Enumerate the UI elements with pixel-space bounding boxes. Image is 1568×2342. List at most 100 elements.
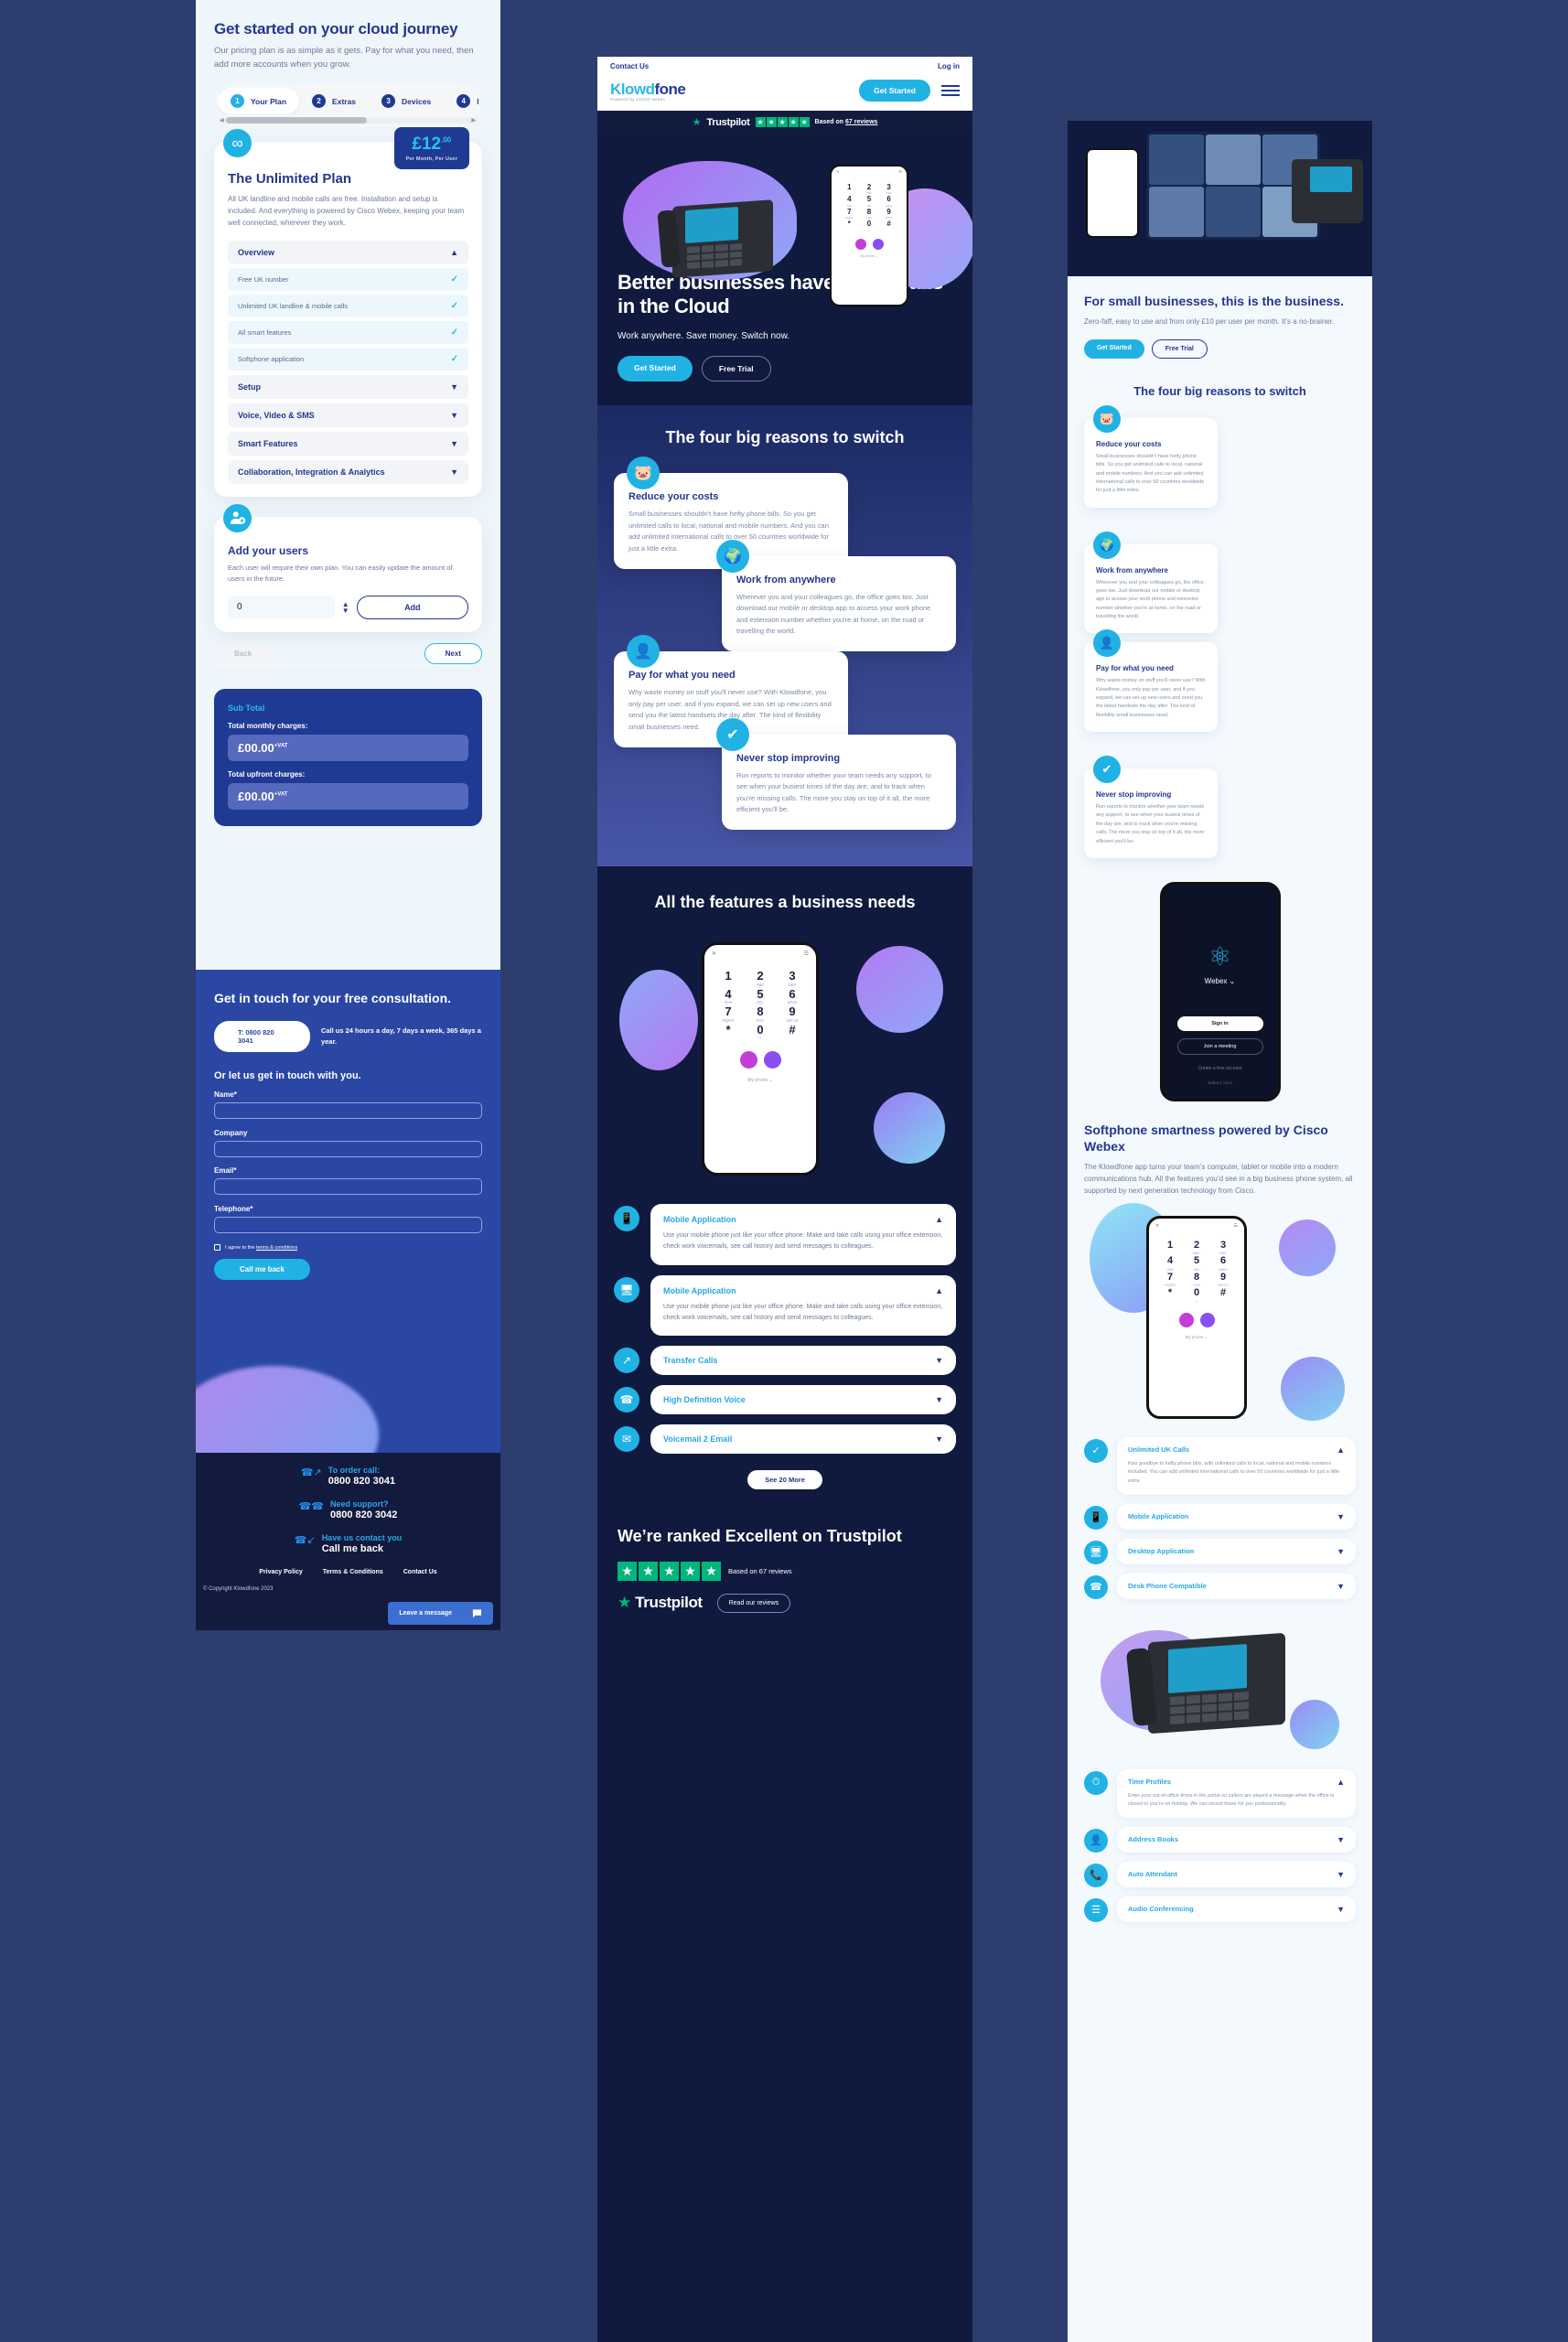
keypad-key[interactable]: 7 PQRS xyxy=(1157,1272,1183,1287)
accordion-body[interactable]: Desktop Application ▼ xyxy=(1117,1538,1356,1564)
step-3[interactable]: 3 Devices xyxy=(369,88,444,114)
footer-value[interactable]: 0800 820 3041 xyxy=(328,1476,395,1487)
keypad-key[interactable]: 3 DEF xyxy=(1210,1240,1236,1255)
step-2[interactable]: 2 Extras xyxy=(299,88,369,114)
back-button[interactable]: Back xyxy=(214,643,273,663)
accordion-row[interactable]: Transfer Calls ▼ xyxy=(663,1356,943,1365)
footer-link[interactable]: Terms & Conditions xyxy=(323,1569,383,1575)
keypad-key[interactable]: # xyxy=(879,220,898,231)
accordion-body[interactable]: Transfer Calls ▼ xyxy=(650,1346,956,1376)
keypad-key[interactable]: 6 MNO xyxy=(777,987,808,1004)
accordion-body[interactable]: Mobile Application ▼ xyxy=(1117,1503,1356,1530)
accordion-row[interactable]: Address Books ▼ xyxy=(1128,1835,1345,1844)
login-link[interactable]: Log in xyxy=(938,62,960,70)
accordion-header[interactable]: Smart Features ▼ xyxy=(228,431,468,456)
keypad-key[interactable]: 9 WXYZ xyxy=(879,208,898,220)
accordion-body[interactable]: Unlimited UK Calls ▲ Kiss goodbye to hefty… xyxy=(1117,1436,1356,1495)
accordion-row[interactable]: Voicemail 2 Email ▼ xyxy=(663,1434,943,1444)
scrollbar-thumb[interactable] xyxy=(226,117,367,124)
keypad-key[interactable]: 2 ABC xyxy=(860,183,879,195)
keypad-key[interactable]: 5 JKL xyxy=(745,987,776,1004)
footer-value[interactable]: Call me back xyxy=(322,1543,403,1554)
hamburger-menu-icon[interactable] xyxy=(941,85,960,96)
accordion-header-overview[interactable]: Overview ▲ xyxy=(228,240,468,264)
accordion-header[interactable]: Collaboration, Integration & Analytics ▼ xyxy=(228,459,468,484)
keypad-key[interactable]: 5 JKL xyxy=(1184,1256,1209,1272)
accordion-body[interactable]: Audio Conferencing ▼ xyxy=(1117,1896,1356,1922)
accordion-body[interactable]: Voicemail 2 Email ▼ xyxy=(650,1424,956,1455)
keypad-key[interactable]: 1 xyxy=(1157,1240,1183,1256)
keypad-key[interactable]: 7 PQRS xyxy=(840,208,859,220)
keypad-key[interactable]: 2 ABC xyxy=(745,970,776,987)
accordion-header[interactable]: Voice, Video & SMS ▼ xyxy=(228,403,468,427)
steps-scrollbar[interactable]: ◀ ▶ xyxy=(218,117,478,124)
input-field[interactable] xyxy=(214,1178,482,1196)
c3-free-trial-button[interactable]: Free Trial xyxy=(1151,338,1208,359)
accordion-body[interactable]: Auto Attendant ▼ xyxy=(1117,1861,1356,1887)
keypad-key[interactable]: 0 + xyxy=(1184,1288,1209,1304)
footer-link[interactable]: Contact Us xyxy=(403,1569,437,1575)
quantity-stepper[interactable]: ▲ ▼ xyxy=(342,600,349,614)
keypad-key[interactable]: 4 GHI xyxy=(1157,1256,1183,1272)
keypad-key[interactable]: 7 PQRS xyxy=(713,1005,744,1023)
keypad-key[interactable]: 1 xyxy=(840,183,859,195)
add-button[interactable]: Add xyxy=(356,595,468,619)
next-button[interactable]: Next xyxy=(424,642,482,664)
keypad-key[interactable]: 3 DEF xyxy=(879,183,898,195)
keypad-key[interactable]: 6 MNO xyxy=(1210,1256,1236,1272)
brand-logo[interactable]: Klowdfone Powered by CISCO webex xyxy=(610,81,686,102)
accordion-row[interactable]: Unlimited UK Calls ▲ xyxy=(1128,1445,1345,1455)
input-field[interactable] xyxy=(214,1140,482,1157)
step-1[interactable]: 1 Your Plan xyxy=(218,88,300,115)
accordion-row[interactable]: Desk Phone Compatible ▼ xyxy=(1128,1582,1345,1591)
accordion-body[interactable]: Desk Phone Compatible ▼ xyxy=(1117,1573,1356,1599)
get-started-button[interactable]: Get Started xyxy=(859,80,930,102)
accordion-row[interactable]: Desktop Application ▼ xyxy=(1128,1547,1345,1556)
keypad-key[interactable]: 0 + xyxy=(860,220,879,231)
accordion-body[interactable]: Address Books ▼ xyxy=(1117,1826,1356,1853)
hero-free-trial-button[interactable]: Free Trial xyxy=(701,355,771,381)
contact-phone-button[interactable]: T: 0800 820 3041 xyxy=(214,1021,310,1053)
input-field[interactable] xyxy=(214,1216,482,1233)
keypad-key[interactable]: * xyxy=(840,220,859,231)
leave-message-button[interactable]: Leave a message xyxy=(388,1602,493,1625)
terms-checkbox[interactable] xyxy=(214,1244,220,1252)
keypad-key[interactable]: 6 MNO xyxy=(879,195,898,207)
keypad-key[interactable]: 9 WXYZ xyxy=(1210,1272,1236,1287)
hero-get-started-button[interactable]: Get Started xyxy=(618,355,693,381)
webex-join-button[interactable]: Join a meeting xyxy=(1176,1037,1263,1055)
footer-link[interactable]: Privacy Policy xyxy=(259,1569,302,1575)
keypad-key[interactable]: 8 TUV xyxy=(745,1005,776,1023)
keypad-key[interactable]: # xyxy=(777,1024,808,1041)
webex-create-account-link[interactable]: Create a free account xyxy=(1163,1066,1278,1071)
keypad-key[interactable]: 5 JKL xyxy=(860,195,879,207)
keypad-key[interactable]: 0 + xyxy=(745,1024,776,1041)
accordion-body[interactable]: Mobile Application ▲ Use your mobile phone… xyxy=(650,1274,956,1337)
keypad-key[interactable]: 3 DEF xyxy=(777,970,808,987)
keypad-key[interactable]: 4 GHI xyxy=(713,987,744,1004)
accordion-body[interactable]: High Definition Voice ▼ xyxy=(650,1385,956,1415)
c3-get-started-button[interactable]: Get Started xyxy=(1084,338,1144,359)
accordion-row[interactable]: Auto Attendant ▼ xyxy=(1128,1870,1345,1879)
keypad-key[interactable]: 8 TUV xyxy=(860,208,879,220)
wizard-scrollbar[interactable] xyxy=(214,668,482,674)
input-field[interactable] xyxy=(214,1102,482,1120)
accordion-row[interactable]: High Definition Voice ▼ xyxy=(663,1395,943,1404)
quantity-input[interactable]: 0 xyxy=(228,596,335,619)
accordion-row[interactable]: Mobile Application ▲ xyxy=(663,1286,943,1295)
call-me-back-button[interactable]: Call me back xyxy=(214,1259,310,1281)
accordion-body[interactable]: Mobile Application ▲ Use your mobile phone… xyxy=(650,1203,956,1265)
keypad-key[interactable]: 8 TUV xyxy=(1184,1272,1209,1287)
webex-signin-button[interactable]: Sign in xyxy=(1176,1015,1263,1031)
accordion-header[interactable]: Setup ▼ xyxy=(228,374,468,399)
keypad-key[interactable]: # xyxy=(1210,1288,1236,1304)
accordion-body[interactable]: Time Profiles ▲ Enter your out-of-office t… xyxy=(1117,1768,1356,1818)
see-more-button[interactable]: See 20 More xyxy=(747,1470,822,1490)
accordion-row[interactable]: Audio Conferencing ▼ xyxy=(1128,1905,1345,1914)
footer-value[interactable]: 0800 820 3042 xyxy=(330,1509,397,1520)
read-reviews-button[interactable]: Read our reviews xyxy=(716,1593,791,1613)
keypad-key[interactable]: 9 WXYZ xyxy=(777,1005,808,1023)
keypad-key[interactable]: * xyxy=(713,1024,744,1041)
keypad-key[interactable]: 4 GHI xyxy=(840,195,859,207)
keypad-key[interactable]: * xyxy=(1157,1288,1183,1304)
